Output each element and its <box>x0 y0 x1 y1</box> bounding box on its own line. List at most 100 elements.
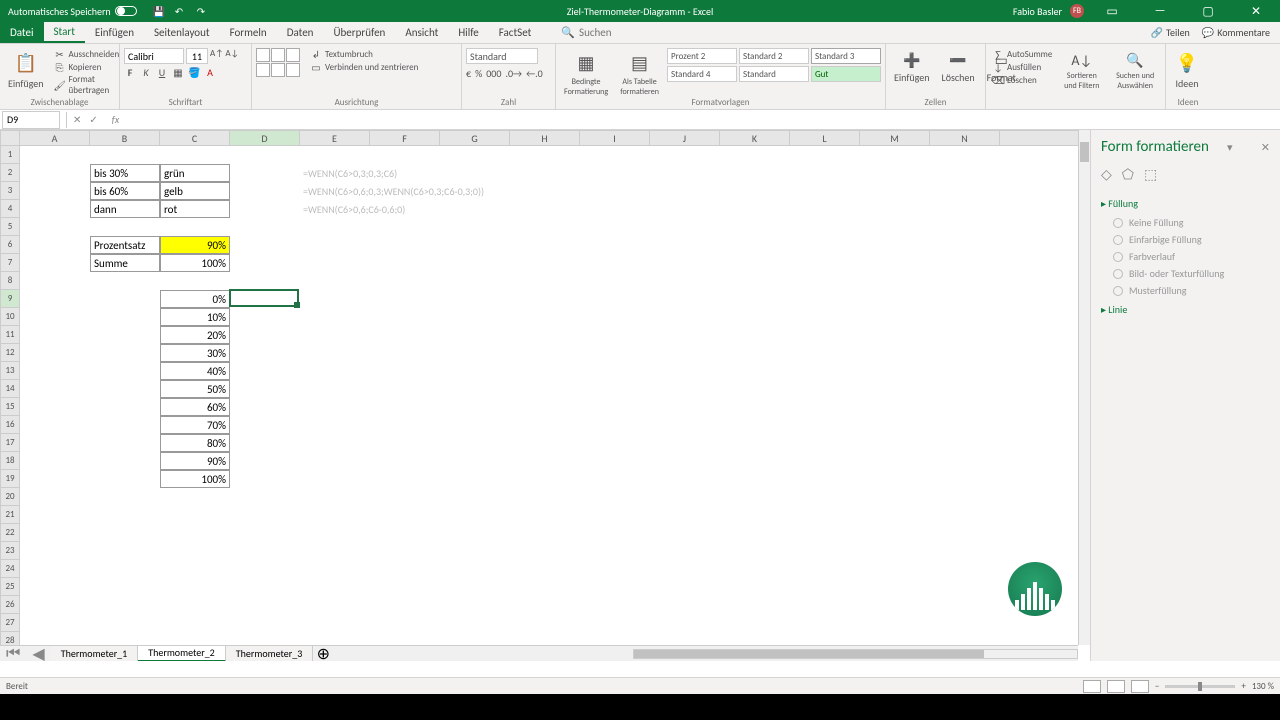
tab-ueberpruefen[interactable]: Überprüfen <box>323 22 395 43</box>
name-box[interactable]: D9 <box>2 111 60 129</box>
paste-button[interactable]: 📋Einfügen <box>4 48 48 92</box>
cell-C7[interactable]: 100% <box>160 254 230 272</box>
clear-button[interactable]: ⌫Löschen <box>990 74 1054 86</box>
row-header-14[interactable]: 14 <box>1 380 19 398</box>
cancel-formula-icon[interactable]: ✕ <box>73 113 81 126</box>
horizontal-scrollbar[interactable] <box>633 649 1078 659</box>
row-header-25[interactable]: 25 <box>1 578 19 596</box>
effects-tab-icon[interactable]: ⬠ <box>1122 166 1134 183</box>
cell-C17[interactable]: 80% <box>160 434 230 452</box>
font-color-button[interactable]: A <box>204 66 216 79</box>
row-header-4[interactable]: 4 <box>1 200 19 218</box>
number-format-select[interactable]: Standard <box>466 48 538 64</box>
format-painter-button[interactable]: 🖌Format übertragen <box>52 74 122 96</box>
cell-B7[interactable]: Summe <box>90 254 160 272</box>
cell-C12[interactable]: 30% <box>160 344 230 362</box>
alignment-grid[interactable] <box>256 48 300 77</box>
col-header-E[interactable]: E <box>300 131 370 145</box>
row-header-24[interactable]: 24 <box>1 560 19 578</box>
column-headers[interactable]: ABCDEFGHIJKLMN <box>20 130 1078 146</box>
row-header-20[interactable]: 20 <box>1 488 19 506</box>
row-header-26[interactable]: 26 <box>1 596 19 614</box>
fill-color-button[interactable]: 🪣 <box>188 66 200 79</box>
tab-einfuegen[interactable]: Einfügen <box>85 22 144 43</box>
search-input[interactable] <box>579 26 659 39</box>
ideas-button[interactable]: 💡Ideen <box>1170 48 1204 92</box>
row-header-10[interactable]: 10 <box>1 308 19 326</box>
page-break-view-button[interactable] <box>1131 680 1149 693</box>
add-sheet-button[interactable]: ⊕ <box>313 644 333 662</box>
copy-button[interactable]: ⎘Kopieren <box>52 61 122 73</box>
col-header-N[interactable]: N <box>930 131 1000 145</box>
conditional-formatting-button[interactable]: ▦Bedingte Formatierung <box>560 48 612 99</box>
cell-C13[interactable]: 40% <box>160 362 230 380</box>
find-select-button[interactable]: 🔍Suchen und Auswählen <box>1109 48 1161 93</box>
sort-filter-button[interactable]: A↓Sortieren und Filtern <box>1058 48 1105 93</box>
row-header-3[interactable]: 3 <box>1 182 19 200</box>
tab-datei[interactable]: Datei <box>0 22 44 43</box>
formula-input[interactable] <box>125 113 1280 126</box>
row-header-19[interactable]: 19 <box>1 470 19 488</box>
enter-formula-icon[interactable]: ✓ <box>89 113 97 126</box>
cut-button[interactable]: ✂Ausschneiden <box>52 48 122 60</box>
page-layout-view-button[interactable] <box>1107 680 1125 693</box>
style-standard3[interactable]: Standard 3 <box>811 48 881 64</box>
cell-C18[interactable]: 90% <box>160 452 230 470</box>
cell-B4[interactable]: dann <box>90 200 160 218</box>
cell-C11[interactable]: 20% <box>160 326 230 344</box>
tab-start[interactable]: Start <box>44 22 85 43</box>
fill-option-4[interactable]: Musterfüllung <box>1113 282 1270 299</box>
delete-cells-button[interactable]: ➖Löschen <box>938 48 979 86</box>
cell-B6[interactable]: Prozentsatz <box>90 236 160 254</box>
zoom-slider[interactable] <box>1165 685 1235 688</box>
fill-option-0[interactable]: Keine Füllung <box>1113 214 1270 231</box>
size-tab-icon[interactable]: ⬚ <box>1144 166 1157 183</box>
maximize-icon[interactable]: ▢ <box>1188 0 1228 22</box>
font-size-input[interactable] <box>186 48 208 64</box>
zoom-in-button[interactable]: + <box>1241 681 1245 692</box>
tab-daten[interactable]: Daten <box>277 22 324 43</box>
decrease-font-icon[interactable]: A↓ <box>225 48 238 64</box>
increase-decimal-icon[interactable]: .0→ <box>505 67 522 80</box>
row-header-5[interactable]: 5 <box>1 218 19 236</box>
cell-C15[interactable]: 60% <box>160 398 230 416</box>
style-prozent2[interactable]: Prozent 2 <box>667 48 737 64</box>
sheet-tab-2[interactable]: Thermometer_2 <box>138 646 226 662</box>
fill-line-tab-icon[interactable]: ◇ <box>1101 166 1112 183</box>
col-header-B[interactable]: B <box>90 131 160 145</box>
style-gut[interactable]: Gut <box>811 66 881 82</box>
pane-dropdown-icon[interactable]: ▾ <box>1227 141 1233 154</box>
select-all-corner[interactable] <box>0 130 20 146</box>
cell-C16[interactable]: 70% <box>160 416 230 434</box>
cell-C4[interactable]: rot <box>160 200 230 218</box>
col-header-H[interactable]: H <box>510 131 580 145</box>
merge-center-button[interactable]: ▭Verbinden und zentrieren <box>308 61 420 73</box>
row-header-21[interactable]: 21 <box>1 506 19 524</box>
cell-C6[interactable]: 90% <box>160 236 230 254</box>
minimize-icon[interactable]: — <box>1140 0 1180 22</box>
row-header-12[interactable]: 12 <box>1 344 19 362</box>
italic-button[interactable]: K <box>140 66 152 79</box>
cell-E2[interactable]: =WENN(C6>0,3;0,3;C6) <box>300 164 530 182</box>
col-header-D[interactable]: D <box>230 131 300 145</box>
row-header-22[interactable]: 22 <box>1 524 19 542</box>
insert-cells-button[interactable]: ➕Einfügen <box>890 48 934 86</box>
style-standard2[interactable]: Standard 2 <box>739 48 809 64</box>
row-headers[interactable]: 1234567891011121314151617181920212223242… <box>0 146 20 645</box>
tab-seitenlayout[interactable]: Seitenlayout <box>144 22 220 43</box>
user-badge[interactable]: FB <box>1070 4 1084 18</box>
col-header-C[interactable]: C <box>160 131 230 145</box>
border-button[interactable]: ▦ <box>172 66 184 79</box>
col-header-A[interactable]: A <box>20 131 90 145</box>
wrap-text-button[interactable]: ↲Textumbruch <box>308 48 420 60</box>
col-header-M[interactable]: M <box>860 131 930 145</box>
font-name-input[interactable] <box>124 48 184 64</box>
fill-option-3[interactable]: Bild- oder Texturfüllung <box>1113 265 1270 282</box>
row-header-16[interactable]: 16 <box>1 416 19 434</box>
zoom-level[interactable]: 130 % <box>1252 681 1274 692</box>
sheet-nav-prev-icon[interactable]: ◀ <box>26 644 50 662</box>
zoom-out-button[interactable]: − <box>1155 681 1159 692</box>
currency-button[interactable]: € <box>466 67 471 80</box>
decrease-decimal-icon[interactable]: ←.0 <box>526 67 543 80</box>
row-header-6[interactable]: 6 <box>1 236 19 254</box>
